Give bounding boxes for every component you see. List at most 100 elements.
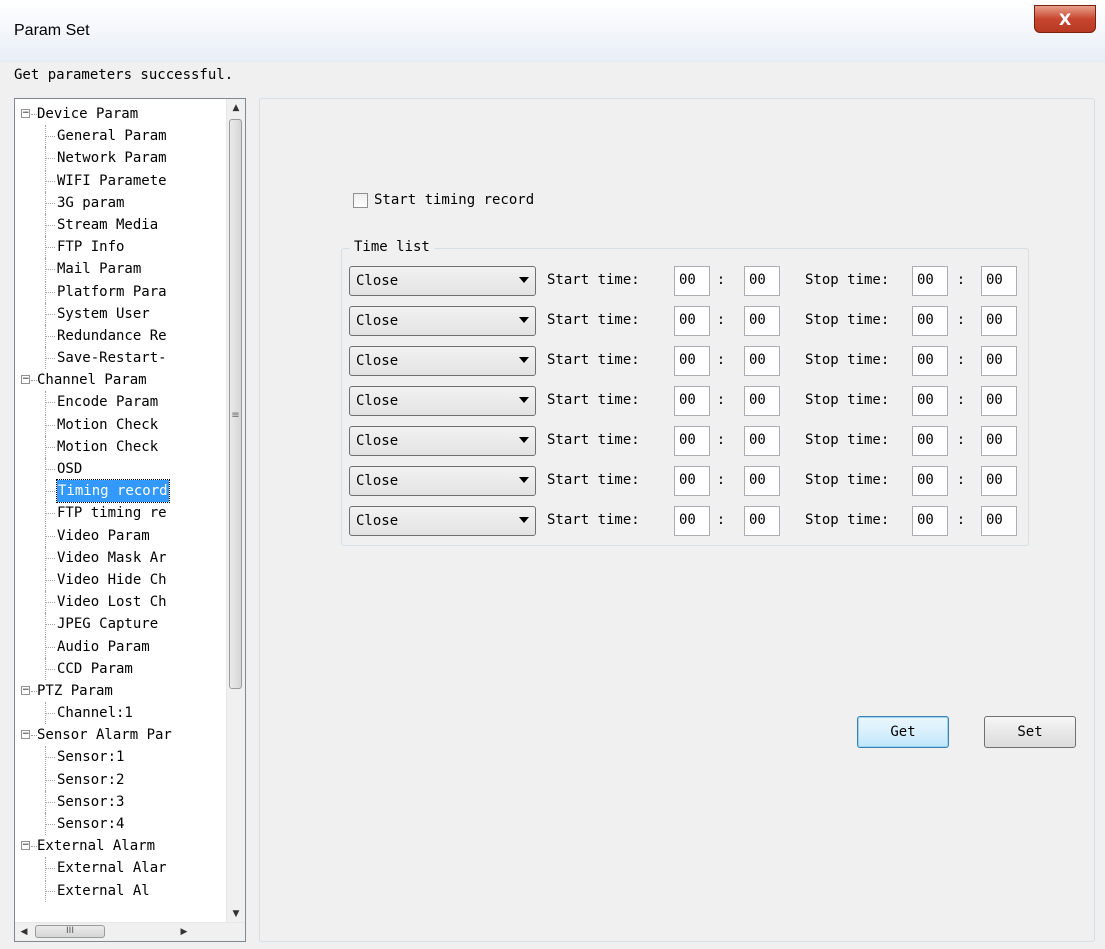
start-minute-input[interactable]: 00 xyxy=(744,306,780,336)
scroll-up-arrow-icon[interactable]: ▲ xyxy=(227,99,245,117)
tree-item[interactable]: 3G param xyxy=(15,191,225,214)
vertical-scroll-thumb[interactable]: ≡ xyxy=(229,119,242,689)
stop-hour-input[interactable]: 00 xyxy=(912,426,948,456)
scroll-left-arrow-icon[interactable]: ◀ xyxy=(15,923,33,941)
scroll-down-arrow-icon[interactable]: ▼ xyxy=(227,905,245,923)
tree-item[interactable]: Channel:1 xyxy=(15,702,225,725)
tree-group[interactable]: − PTZ Param xyxy=(15,680,225,702)
collapse-icon[interactable]: − xyxy=(21,841,30,851)
start-minute-input[interactable]: 00 xyxy=(744,466,780,496)
collapse-icon[interactable]: − xyxy=(21,685,30,695)
scroll-right-arrow-icon[interactable]: ▶ xyxy=(175,923,193,941)
mode-select[interactable]: Close xyxy=(349,386,536,416)
stop-minute-input[interactable]: 00 xyxy=(981,466,1017,496)
tree-item[interactable]: Motion Check xyxy=(15,435,225,458)
mode-select[interactable]: Close xyxy=(349,466,536,496)
tree-group[interactable]: − Device Param xyxy=(15,103,225,125)
dropdown-arrow-icon[interactable] xyxy=(519,357,529,363)
collapse-icon[interactable]: − xyxy=(21,375,30,385)
dropdown-arrow-icon[interactable] xyxy=(519,317,529,323)
stop-minute-input[interactable]: 00 xyxy=(981,506,1017,536)
dropdown-arrow-icon[interactable] xyxy=(519,517,529,523)
collapse-icon[interactable]: − xyxy=(21,109,30,118)
stop-hour-input[interactable]: 00 xyxy=(912,266,948,296)
start-hour-input[interactable]: 00 xyxy=(674,346,710,376)
tree-connector xyxy=(45,779,55,781)
tree-item[interactable]: External Al xyxy=(15,879,225,902)
tree-item[interactable]: WIFI Paramete xyxy=(15,169,225,192)
stop-hour-input[interactable]: 00 xyxy=(912,306,948,336)
tree-item[interactable]: JPEG Capture xyxy=(15,613,225,636)
start-minute-input[interactable]: 00 xyxy=(744,346,780,376)
dropdown-arrow-icon[interactable] xyxy=(519,277,529,283)
mode-select[interactable]: Close xyxy=(349,306,536,336)
tree-item[interactable]: Stream Media xyxy=(15,213,225,236)
stop-minute-input[interactable]: 00 xyxy=(981,426,1017,456)
stop-hour-input[interactable]: 00 xyxy=(912,506,948,536)
tree-group[interactable]: − Channel Param xyxy=(15,369,225,391)
get-button[interactable]: Get xyxy=(857,716,949,748)
tree-item[interactable]: General Param xyxy=(15,125,225,148)
start-minute-input[interactable]: 00 xyxy=(744,386,780,416)
tree-item[interactable]: Redundance Re xyxy=(15,324,225,347)
tree-group[interactable]: − External Alarm xyxy=(15,835,225,857)
collapse-icon[interactable]: − xyxy=(21,730,30,740)
tree-item[interactable]: Save-Restart- xyxy=(15,347,225,370)
dropdown-arrow-icon[interactable] xyxy=(519,477,529,483)
start-minute-input[interactable]: 00 xyxy=(744,266,780,296)
tree-item[interactable]: External Alar xyxy=(15,857,225,880)
mode-select[interactable]: Close xyxy=(349,426,536,456)
tree-item[interactable]: FTP timing re xyxy=(15,502,225,525)
dropdown-arrow-icon[interactable] xyxy=(519,437,529,443)
tree-item[interactable]: Video Hide Ch xyxy=(15,568,225,591)
tree-item[interactable]: OSD xyxy=(15,458,225,480)
start-hour-input[interactable]: 00 xyxy=(674,426,710,456)
tree-item[interactable]: Network Param xyxy=(15,147,225,170)
stop-hour-input[interactable]: 00 xyxy=(912,386,948,416)
start-minute-input[interactable]: 00 xyxy=(744,426,780,456)
tree-item[interactable]: System User xyxy=(15,302,225,325)
tree-item[interactable]: CCD Param xyxy=(15,657,225,680)
tree-horizontal-scrollbar[interactable]: ◀ III ▶ xyxy=(15,922,245,941)
tree-group[interactable]: − Sensor Alarm Par xyxy=(15,724,225,746)
start-hour-input[interactable]: 00 xyxy=(674,506,710,536)
stop-minute-input[interactable]: 00 xyxy=(981,306,1017,336)
tree-item[interactable]: Timing record xyxy=(15,479,225,504)
stop-minute-input[interactable]: 00 xyxy=(981,386,1017,416)
tree-item[interactable]: Sensor:3 xyxy=(15,790,225,813)
dropdown-arrow-icon[interactable] xyxy=(519,397,529,403)
mode-select[interactable]: Close xyxy=(349,346,536,376)
stop-minute-input[interactable]: 00 xyxy=(981,346,1017,376)
stop-hour-input[interactable]: 00 xyxy=(912,466,948,496)
tree-item[interactable]: Motion Check xyxy=(15,413,225,436)
horizontal-scroll-thumb[interactable]: III xyxy=(35,925,105,938)
tree-vertical-scrollbar[interactable]: ▲ ≡ ▼ xyxy=(226,99,245,923)
start-hour-input[interactable]: 00 xyxy=(674,266,710,296)
tree-connector xyxy=(45,602,55,604)
checkbox-box[interactable] xyxy=(353,192,368,208)
tree-item[interactable]: Sensor:1 xyxy=(15,746,225,769)
tree-item[interactable]: Video Lost Ch xyxy=(15,591,225,614)
tree-item[interactable]: Mail Param xyxy=(15,258,225,281)
tree-item[interactable]: Video Param xyxy=(15,524,225,547)
mode-select[interactable]: Close xyxy=(349,266,536,296)
start-minute-input[interactable]: 00 xyxy=(744,506,780,536)
tree-item[interactable]: Audio Param xyxy=(15,635,225,658)
tree-item[interactable]: Video Mask Ar xyxy=(15,546,225,569)
start-timing-record-checkbox[interactable]: Start timing record xyxy=(353,192,534,208)
tree-item[interactable]: FTP Info xyxy=(15,236,225,259)
set-button[interactable]: Set xyxy=(984,716,1076,748)
start-hour-input[interactable]: 00 xyxy=(674,306,710,336)
param-tree[interactable]: − Device Param General Param Network Param W… xyxy=(14,98,246,942)
stop-minute-input[interactable]: 00 xyxy=(981,266,1017,296)
stop-hour-input[interactable]: 00 xyxy=(912,346,948,376)
start-hour-input[interactable]: 00 xyxy=(674,386,710,416)
close-button[interactable]: X xyxy=(1034,5,1096,33)
tree-item[interactable]: Platform Para xyxy=(15,280,225,303)
tree-item[interactable]: Sensor:2 xyxy=(15,768,225,791)
tree-item-label: Timing record xyxy=(56,479,170,504)
mode-select[interactable]: Close xyxy=(349,506,536,536)
tree-item[interactable]: Encode Param xyxy=(15,391,225,414)
start-hour-input[interactable]: 00 xyxy=(674,466,710,496)
tree-item[interactable]: Sensor:4 xyxy=(15,813,225,835)
